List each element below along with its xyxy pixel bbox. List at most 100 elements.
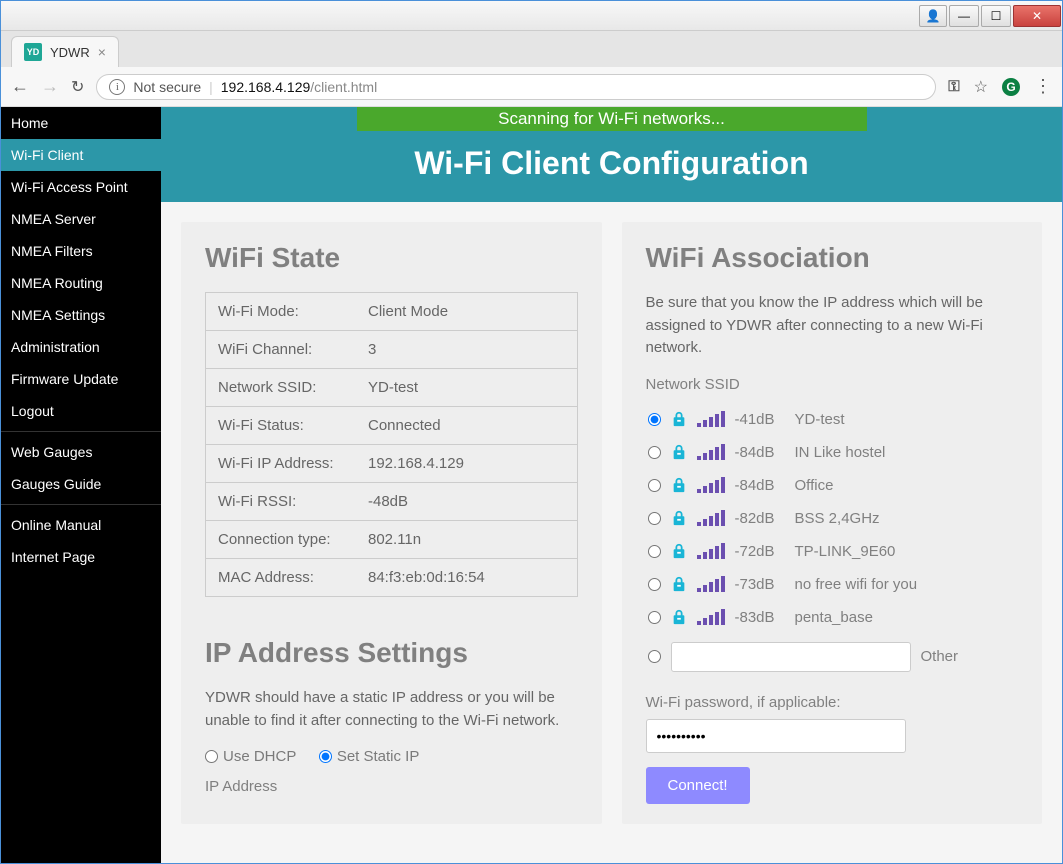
rssi-value: -83dB [735, 609, 785, 626]
state-value: -48dB [356, 483, 577, 520]
signal-icon [697, 477, 725, 493]
rssi-value: -73dB [735, 576, 785, 593]
nav-item-web-gauges[interactable]: Web Gauges [1, 436, 161, 468]
state-value: YD-test [356, 369, 577, 406]
network-row: -83dBpenta_base [646, 601, 1019, 634]
network-radio[interactable] [648, 545, 661, 558]
state-label: Wi-Fi RSSI: [206, 483, 356, 520]
signal-icon [697, 609, 725, 625]
signal-icon [697, 576, 725, 592]
association-help: Be sure that you know the IP address whi… [646, 292, 1019, 360]
nav-item-home[interactable]: Home [1, 107, 161, 139]
network-row: -73dB no free wifi for you [646, 568, 1019, 601]
network-row: -82dBBSS 2,4GHz [646, 502, 1019, 535]
ip-settings-help: YDWR should have a static IP address or … [205, 687, 578, 732]
favicon-icon: YD [24, 43, 42, 61]
maximize-button[interactable]: ☐ [981, 5, 1011, 27]
lock-icon [671, 477, 687, 493]
state-value: Connected [356, 407, 577, 444]
ssid-name: Office [795, 477, 834, 494]
nav-item-nmea-server[interactable]: NMEA Server [1, 203, 161, 235]
nav-item-nmea-routing[interactable]: NMEA Routing [1, 267, 161, 299]
not-secure-label: Not secure [133, 79, 201, 95]
network-row: -72dB TP-LINK_9E60 [646, 535, 1019, 568]
scanning-banner: Scanning for Wi-Fi networks... [357, 107, 867, 131]
key-icon[interactable]: ⚿ [948, 78, 959, 95]
ssid-name: TP-LINK_9E60 [795, 543, 896, 560]
nav-item-firmware-update[interactable]: Firmware Update [1, 363, 161, 395]
url-host: 192.168.4.129 [221, 79, 311, 95]
browser-tab[interactable]: YD YDWR × [11, 36, 119, 67]
nav-item-logout[interactable]: Logout [1, 395, 161, 427]
network-row: -41dBYD-test [646, 403, 1019, 436]
static-label: Set Static IP [337, 748, 420, 765]
page-header: Scanning for Wi-Fi networks... Wi-Fi Cli… [161, 107, 1062, 202]
signal-icon [697, 444, 725, 460]
nav-item-wi-fi-access-point[interactable]: Wi-Fi Access Point [1, 171, 161, 203]
dhcp-radio-input[interactable] [205, 750, 218, 763]
state-row: Wi-Fi RSSI:-48dB [206, 483, 577, 521]
tab-close-icon[interactable]: × [98, 44, 106, 60]
ip-address-label: IP Address [205, 778, 578, 795]
state-value: 192.168.4.129 [356, 445, 577, 482]
state-value: 84:f3:eb:0d:16:54 [356, 559, 577, 596]
back-button[interactable]: ← [11, 76, 29, 97]
wifi-state-table: Wi-Fi Mode:Client ModeWiFi Channel:3Netw… [205, 292, 578, 597]
rssi-value: -84dB [735, 444, 785, 461]
forward-button: → [41, 76, 59, 97]
network-radio[interactable] [648, 413, 661, 426]
dhcp-radio[interactable]: Use DHCP [205, 748, 296, 765]
info-icon[interactable]: i [109, 79, 125, 95]
connect-button[interactable]: Connect! [646, 767, 750, 804]
static-radio[interactable]: Set Static IP [319, 748, 420, 765]
lock-icon [671, 543, 687, 559]
nav-item-online-manual[interactable]: Online Manual [1, 509, 161, 541]
nav-item-administration[interactable]: Administration [1, 331, 161, 363]
state-label: Wi-Fi IP Address: [206, 445, 356, 482]
static-radio-input[interactable] [319, 750, 332, 763]
state-row: Wi-Fi IP Address:192.168.4.129 [206, 445, 577, 483]
network-radio[interactable] [648, 446, 661, 459]
network-row: -84dBOffice [646, 469, 1019, 502]
omnibox[interactable]: i Not secure | 192.168.4.129/client.html [96, 74, 936, 100]
nav-item-wi-fi-client[interactable]: Wi-Fi Client [1, 139, 161, 171]
state-label: WiFi Channel: [206, 331, 356, 368]
url-path: /client.html [310, 79, 377, 95]
network-radio-other[interactable] [648, 650, 661, 663]
wifi-state-title: WiFi State [205, 242, 578, 274]
nav-item-gauges-guide[interactable]: Gauges Guide [1, 468, 161, 500]
bookmark-icon[interactable]: ☆ [974, 77, 988, 97]
user-button[interactable]: 👤 [919, 5, 947, 27]
other-label: Other [921, 648, 959, 665]
state-row: WiFi Channel:3 [206, 331, 577, 369]
ssid-name: IN Like hostel [795, 444, 886, 461]
association-title: WiFi Association [646, 242, 1019, 274]
address-bar: ← → ↻ i Not secure | 192.168.4.129/clien… [1, 67, 1062, 107]
extension-icon[interactable]: G [1002, 78, 1020, 96]
state-row: Wi-Fi Mode:Client Mode [206, 293, 577, 331]
nav-item-nmea-settings[interactable]: NMEA Settings [1, 299, 161, 331]
sidebar: HomeWi-Fi ClientWi-Fi Access PointNMEA S… [1, 107, 161, 863]
lock-icon [671, 609, 687, 625]
browser-menu-icon[interactable]: ⋮ [1034, 76, 1052, 97]
other-ssid-input[interactable] [671, 642, 911, 672]
close-button[interactable]: ✕ [1013, 5, 1061, 27]
tab-title: YDWR [50, 45, 90, 60]
wifi-password-input[interactable] [646, 719, 906, 753]
network-radio[interactable] [648, 611, 661, 624]
nav-item-nmea-filters[interactable]: NMEA Filters [1, 235, 161, 267]
lock-icon [671, 411, 687, 427]
password-label: Wi-Fi password, if applicable: [646, 694, 1019, 711]
network-radio[interactable] [648, 578, 661, 591]
reload-button[interactable]: ↻ [71, 77, 84, 97]
browser-tab-bar: YD YDWR × [1, 31, 1062, 67]
nav-item-internet-page[interactable]: Internet Page [1, 541, 161, 573]
rssi-value: -41dB [735, 411, 785, 428]
minimize-button[interactable]: — [949, 5, 979, 27]
network-radio[interactable] [648, 512, 661, 525]
rssi-value: -72dB [735, 543, 785, 560]
ssid-name: no free wifi for you [795, 576, 918, 593]
state-row: MAC Address:84:f3:eb:0d:16:54 [206, 559, 577, 596]
network-radio[interactable] [648, 479, 661, 492]
signal-icon [697, 510, 725, 526]
